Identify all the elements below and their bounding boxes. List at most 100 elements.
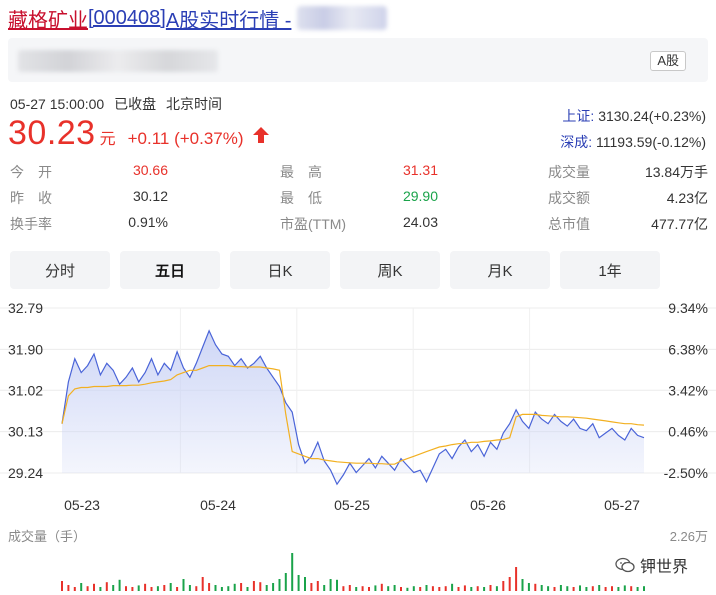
price-unit: 元 [99, 131, 116, 148]
volume-bar [368, 587, 370, 591]
volume-bar [265, 585, 268, 591]
volume-bar [636, 587, 639, 591]
volume-bar [387, 586, 390, 591]
volume-bar [579, 585, 581, 591]
volume-bar [643, 586, 645, 591]
volume-bar [342, 586, 345, 591]
volume-bar [438, 587, 441, 591]
volume-bar [470, 587, 473, 591]
volume-bar [566, 586, 569, 591]
x-axis-labels: 05-23 05-24 05-25 05-26 05-27 [64, 497, 640, 513]
tab-monthly-k[interactable]: 月K [450, 251, 550, 289]
x-tick-label: 05-23 [64, 497, 100, 513]
volume-bar [125, 586, 127, 591]
title-suffix[interactable]: A股实时行情 - [166, 4, 292, 33]
index-name: 上证: [562, 108, 595, 124]
y-axis-left: 32.79 31.90 31.02 30.13 29.24 [8, 300, 43, 481]
volume-bar [559, 585, 562, 591]
prev-close-value: 30.12 [132, 188, 168, 204]
tab-intraday[interactable]: 分时 [10, 251, 110, 289]
volume-bar [240, 583, 243, 591]
volume-bar [515, 567, 518, 591]
volume-bar [118, 579, 121, 591]
tab-one-year[interactable]: 1年 [560, 251, 660, 289]
volume-bar [348, 585, 351, 591]
volume-bar [316, 581, 319, 591]
volume-bar [137, 585, 140, 591]
volume-bar [572, 587, 575, 591]
index-shanghai[interactable]: 上证: 3130.24(+0.23%) [562, 106, 706, 126]
volume-bar [99, 587, 102, 591]
price-change: +0.11 (+0.37%) [127, 129, 244, 148]
prev-close-label: 昨 收 [10, 190, 52, 206]
stock-code-link[interactable]: [000408] [88, 7, 166, 30]
volume-bar [323, 585, 326, 591]
volume-bar [73, 587, 76, 591]
volume-bar [406, 587, 409, 591]
y-tick-label-pct: 3.42% [668, 382, 708, 398]
volume-bar [400, 587, 402, 591]
volume-bar [591, 586, 594, 591]
high-value: 31.31 [402, 162, 438, 178]
volume-max-label: 2.26万 [670, 529, 708, 544]
volume-bar [476, 586, 479, 591]
volume-bar [144, 583, 147, 591]
volume-bar [463, 585, 466, 591]
volume-bar [419, 587, 422, 591]
watermark-text: 钾世界 [640, 559, 689, 576]
tab-five-day[interactable]: 五日 [120, 251, 220, 289]
volume-bar [182, 579, 185, 591]
blurred-banner-text [18, 50, 218, 72]
volume-bar [393, 585, 396, 591]
turnover-value: 0.91% [128, 214, 168, 230]
volume-bar [188, 585, 191, 591]
volume-bar [495, 586, 498, 591]
volume-bar [553, 587, 556, 591]
index-shenzhen[interactable]: 深成: 11193.59(-0.12%) [560, 132, 706, 152]
volume-bar [112, 585, 115, 591]
volume-bar [61, 581, 63, 591]
high-label: 最 高 [280, 164, 322, 180]
five-day-price-chart[interactable]: 32.79 31.90 31.02 30.13 29.24 9.34% 6.38% 3.42… [0, 292, 716, 595]
volume-bar [585, 587, 588, 591]
volume-label: 成交量 [548, 164, 590, 180]
y-tick-label: 31.90 [8, 341, 43, 357]
low-value: 29.90 [402, 188, 438, 204]
volume-bar [630, 586, 633, 591]
x-tick-label: 05-27 [604, 497, 640, 513]
volume-bar [617, 587, 620, 591]
volume-bar [623, 585, 626, 591]
volume-bar [425, 585, 428, 591]
volume-bar [176, 587, 179, 591]
market-cap-value: 477.77亿 [651, 216, 708, 232]
x-tick-label: 05-26 [470, 497, 506, 513]
volume-bar [156, 586, 159, 591]
volume-bar [163, 585, 166, 591]
amount-label: 成交额 [548, 190, 590, 206]
volume-bar [291, 553, 294, 591]
volume-bar [169, 583, 172, 591]
market-state: 已收盘 [114, 96, 157, 112]
open-value: 30.66 [132, 162, 168, 178]
volume-bar [214, 585, 217, 591]
y-tick-label: 30.13 [8, 424, 43, 440]
volume-bar [336, 579, 338, 591]
volume-bar [86, 586, 89, 591]
watermark: 钾世界 [614, 553, 688, 577]
volume-bar [201, 577, 204, 591]
wechat-icon [615, 557, 635, 573]
tab-weekly-k[interactable]: 周K [340, 251, 440, 289]
y-tick-label-pct: 6.38% [668, 341, 708, 357]
volume-bar [444, 586, 447, 591]
time-zone: 北京时间 [165, 96, 222, 112]
tab-daily-k[interactable]: 日K [230, 251, 330, 289]
volume-bar [67, 585, 70, 591]
volume-bar [431, 586, 434, 591]
volume-bar [380, 583, 383, 591]
stock-name-link[interactable]: 藏格矿业 [8, 4, 88, 33]
volume-bar [272, 583, 275, 591]
volume-axis-label: 成交量（手） [8, 529, 86, 544]
volume-bar [329, 579, 332, 591]
volume-bar [208, 583, 211, 591]
volume-bar [150, 587, 153, 591]
